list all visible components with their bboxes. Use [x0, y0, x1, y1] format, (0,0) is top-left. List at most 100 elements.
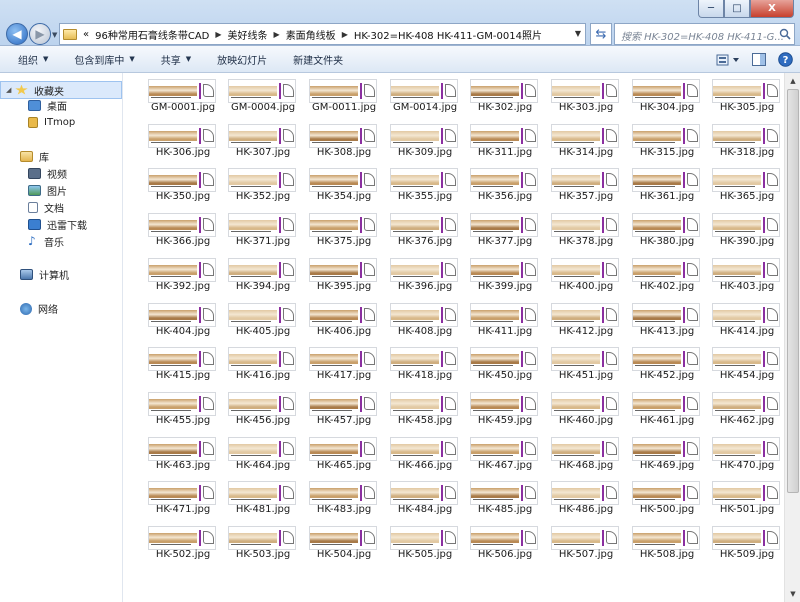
file-item[interactable]: HK-365.jpg	[700, 162, 780, 206]
file-item[interactable]: HK-456.jpg	[216, 386, 296, 430]
refresh-button[interactable]: ⇆	[590, 23, 612, 45]
file-item[interactable]: HK-371.jpg	[216, 207, 296, 251]
file-item[interactable]: HK-414.jpg	[700, 297, 780, 341]
file-item[interactable]: HK-405.jpg	[216, 297, 296, 341]
file-item[interactable]: HK-504.jpg	[297, 520, 377, 564]
sidebar-item-itmop[interactable]: ITmop	[28, 114, 75, 131]
file-item[interactable]: HK-485.jpg	[458, 475, 538, 519]
sidebar-item-music[interactable]: ♪ 音乐	[28, 233, 64, 250]
file-item[interactable]: HK-378.jpg	[539, 207, 619, 251]
file-item[interactable]: HK-481.jpg	[216, 475, 296, 519]
file-item[interactable]: HK-508.jpg	[620, 520, 700, 564]
file-item[interactable]: HK-308.jpg	[297, 118, 377, 162]
file-item[interactable]: HK-356.jpg	[458, 162, 538, 206]
file-item[interactable]: HK-302.jpg	[458, 73, 538, 117]
recent-pages-dropdown[interactable]: ▼	[52, 31, 57, 39]
file-item[interactable]: HK-361.jpg	[620, 162, 700, 206]
file-item[interactable]: HK-350.jpg	[136, 162, 216, 206]
scroll-down-button[interactable]: ▼	[785, 586, 800, 602]
file-item[interactable]: HK-484.jpg	[378, 475, 458, 519]
file-item[interactable]: HK-380.jpg	[620, 207, 700, 251]
new-folder-button[interactable]: 新建文件夹	[275, 52, 351, 67]
file-item[interactable]: HK-501.jpg	[700, 475, 780, 519]
file-item[interactable]: HK-400.jpg	[539, 252, 619, 296]
file-item[interactable]: HK-460.jpg	[539, 386, 619, 430]
file-item[interactable]: HK-418.jpg	[378, 341, 458, 385]
file-item[interactable]: HK-318.jpg	[700, 118, 780, 162]
file-item[interactable]: HK-469.jpg	[620, 431, 700, 475]
vertical-scrollbar[interactable]: ▲ ▼	[784, 73, 800, 602]
file-item[interactable]: GM-0004.jpg	[216, 73, 296, 117]
file-item[interactable]: HK-354.jpg	[297, 162, 377, 206]
change-view-button[interactable]	[714, 51, 744, 69]
file-item[interactable]: HK-392.jpg	[136, 252, 216, 296]
help-button[interactable]: ?	[774, 51, 796, 69]
file-item[interactable]: HK-468.jpg	[539, 431, 619, 475]
breadcrumb-item[interactable]: 美好线条	[225, 27, 271, 42]
breadcrumb-separator-icon[interactable]: ▶	[212, 30, 224, 39]
file-item[interactable]: HK-303.jpg	[539, 73, 619, 117]
minimize-button[interactable]: ─	[698, 0, 724, 18]
sidebar-item-videos[interactable]: 视频	[28, 165, 67, 182]
share-menu[interactable]: 共享 ▼	[143, 52, 199, 67]
file-item[interactable]: HK-406.jpg	[297, 297, 377, 341]
maximize-button[interactable]: □	[724, 0, 750, 18]
file-item[interactable]: HK-357.jpg	[539, 162, 619, 206]
back-button[interactable]: ◀	[6, 23, 28, 45]
chevron-down-icon[interactable]: ◢	[6, 86, 15, 94]
file-item[interactable]: HK-355.jpg	[378, 162, 458, 206]
breadcrumb-separator-icon[interactable]: ▶	[339, 30, 351, 39]
file-item[interactable]: HK-415.jpg	[136, 341, 216, 385]
file-item[interactable]: HK-506.jpg	[458, 520, 538, 564]
file-item[interactable]: HK-462.jpg	[700, 386, 780, 430]
file-item[interactable]: HK-502.jpg	[136, 520, 216, 564]
file-item[interactable]: HK-509.jpg	[700, 520, 780, 564]
file-item[interactable]: HK-455.jpg	[136, 386, 216, 430]
file-item[interactable]: HK-465.jpg	[297, 431, 377, 475]
file-item[interactable]: HK-458.jpg	[378, 386, 458, 430]
file-item[interactable]: HK-486.jpg	[539, 475, 619, 519]
file-item[interactable]: HK-305.jpg	[700, 73, 780, 117]
file-item[interactable]: HK-461.jpg	[620, 386, 700, 430]
file-item[interactable]: HK-507.jpg	[539, 520, 619, 564]
file-item[interactable]: HK-505.jpg	[378, 520, 458, 564]
sidebar-item-pictures[interactable]: 图片	[28, 182, 67, 199]
file-item[interactable]: HK-307.jpg	[216, 118, 296, 162]
file-item[interactable]: HK-396.jpg	[378, 252, 458, 296]
address-dropdown-icon[interactable]: ▼	[575, 29, 581, 38]
file-item[interactable]: HK-483.jpg	[297, 475, 377, 519]
file-item[interactable]: HK-314.jpg	[539, 118, 619, 162]
breadcrumb-separator-icon[interactable]: ▶	[271, 30, 283, 39]
file-item[interactable]: HK-500.jpg	[620, 475, 700, 519]
file-item[interactable]: HK-352.jpg	[216, 162, 296, 206]
file-item[interactable]: HK-309.jpg	[378, 118, 458, 162]
file-item[interactable]: HK-457.jpg	[297, 386, 377, 430]
file-item[interactable]: HK-390.jpg	[700, 207, 780, 251]
file-item[interactable]: HK-454.jpg	[700, 341, 780, 385]
scrollbar-thumb[interactable]	[787, 89, 799, 493]
file-item[interactable]: HK-417.jpg	[297, 341, 377, 385]
file-item[interactable]: HK-408.jpg	[378, 297, 458, 341]
file-item[interactable]: HK-452.jpg	[620, 341, 700, 385]
file-item[interactable]: HK-399.jpg	[458, 252, 538, 296]
file-item[interactable]: HK-471.jpg	[136, 475, 216, 519]
file-item[interactable]: HK-412.jpg	[539, 297, 619, 341]
file-item[interactable]: HK-413.jpg	[620, 297, 700, 341]
file-item[interactable]: GM-0014.jpg	[378, 73, 458, 117]
file-item[interactable]: HK-376.jpg	[378, 207, 458, 251]
search-input[interactable]: 搜索 HK-302=HK-408 HK-411-G...	[614, 23, 795, 45]
file-item[interactable]: HK-416.jpg	[216, 341, 296, 385]
file-item[interactable]: HK-463.jpg	[136, 431, 216, 475]
file-item[interactable]: HK-411.jpg	[458, 297, 538, 341]
file-item[interactable]: HK-451.jpg	[539, 341, 619, 385]
file-item[interactable]: HK-395.jpg	[297, 252, 377, 296]
file-item[interactable]: HK-402.jpg	[620, 252, 700, 296]
file-item[interactable]: GM-0001.jpg	[136, 73, 216, 117]
file-item[interactable]: GM-0011.jpg	[297, 73, 377, 117]
file-item[interactable]: HK-459.jpg	[458, 386, 538, 430]
sidebar-item-desktop[interactable]: 桌面	[28, 97, 67, 114]
breadcrumb-item[interactable]: 96种常用石膏线条带CAD	[92, 27, 212, 42]
breadcrumb-item[interactable]: 素面角线板	[283, 27, 339, 42]
file-item[interactable]: HK-450.jpg	[458, 341, 538, 385]
sidebar-item-network[interactable]: 网络	[20, 300, 58, 317]
